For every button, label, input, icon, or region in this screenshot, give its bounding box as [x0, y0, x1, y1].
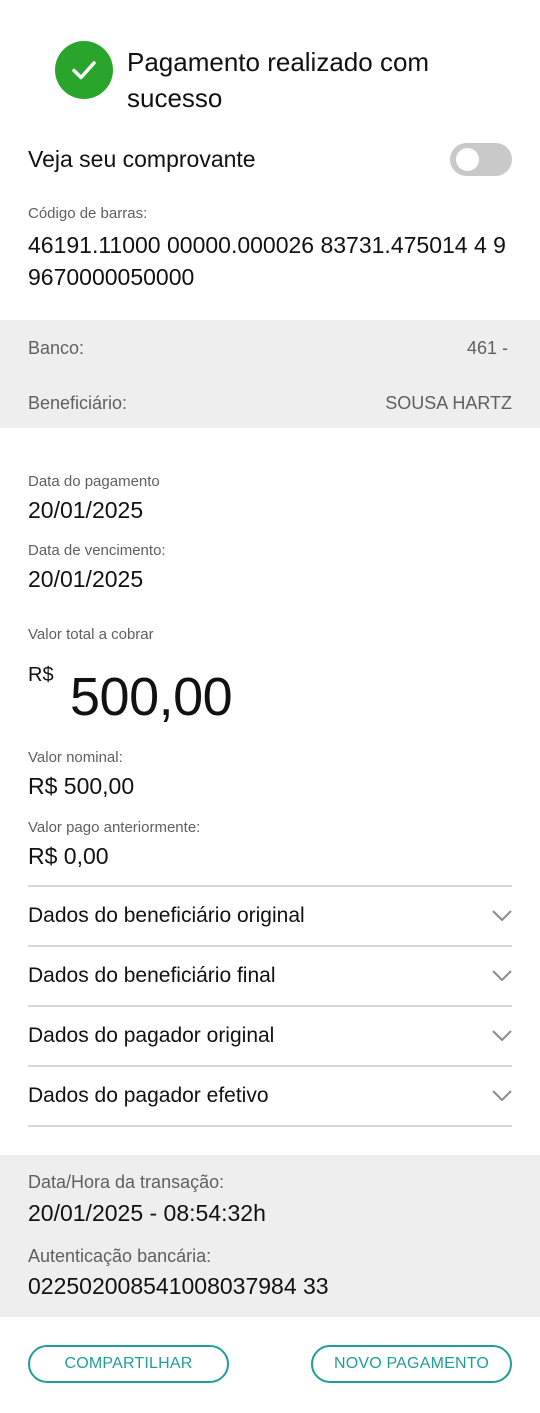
- chevron-down-icon: [492, 1026, 512, 1046]
- due-date-label: Data de vencimento:: [28, 542, 166, 559]
- chevron-down-icon: [492, 906, 512, 926]
- beneficiary-value: SOUSA HARTZ: [385, 393, 512, 413]
- receipt-toggle-label: Veja seu comprovante: [28, 146, 256, 172]
- transaction-datetime-label: Data/Hora da transação:: [28, 1172, 225, 1192]
- previous-value: R$ 0,00: [28, 843, 109, 869]
- check-circle-icon: [55, 41, 113, 99]
- accordion-effective-payer[interactable]: Dados do pagador efetivo: [28, 1067, 512, 1125]
- beneficiary-label: Beneficiário:: [28, 393, 128, 413]
- payment-date-label: Data do pagamento: [28, 473, 160, 490]
- bank-value: 461 -: [466, 338, 508, 358]
- share-button[interactable]: COMPARTILHAR: [28, 1345, 229, 1383]
- divider: [28, 1125, 512, 1127]
- barcode-label: Código de barras:: [28, 205, 148, 222]
- transaction-datetime-value: 20/01/2025 - 08:54:32h: [28, 1200, 266, 1226]
- chevron-down-icon: [492, 966, 512, 986]
- accordion-original-payer[interactable]: Dados do pagador original: [28, 1007, 512, 1065]
- bank-label: Banco:: [28, 338, 85, 358]
- nominal-value: R$ 500,00: [28, 773, 135, 799]
- auth-label: Autenticação bancária:: [28, 1246, 212, 1266]
- chevron-down-icon: [492, 1086, 512, 1106]
- new-payment-button[interactable]: NOVO PAGAMENTO: [311, 1345, 512, 1383]
- auth-value: 022502008541008037984 33: [28, 1273, 329, 1299]
- success-title: Pagamento realizado com sucesso: [127, 47, 430, 113]
- total-amount: 500,00: [70, 667, 233, 727]
- accordion-label: Dados do pagador efetivo: [28, 1084, 269, 1107]
- toggle-knob: [456, 148, 479, 171]
- accordion-label: Dados do pagador original: [28, 1024, 275, 1047]
- accordion-label: Dados do beneficiário original: [28, 904, 305, 927]
- payment-date-value: 20/01/2025: [28, 497, 144, 523]
- check-icon: [72, 61, 96, 80]
- nominal-label: Valor nominal:: [28, 749, 123, 766]
- previous-label: Valor pago anteriormente:: [28, 819, 201, 836]
- receipt-toggle[interactable]: [450, 143, 512, 176]
- barcode-value: 46191.11000 00000.000026 83731.475014 4 …: [28, 232, 506, 290]
- accordion-label: Dados do beneficiário final: [28, 964, 276, 987]
- accordion-original-beneficiary[interactable]: Dados do beneficiário original: [28, 887, 512, 945]
- total-currency: R$: [28, 664, 54, 686]
- due-date-value: 20/01/2025: [28, 566, 144, 592]
- accordion-final-beneficiary[interactable]: Dados do beneficiário final: [28, 947, 512, 1005]
- total-label: Valor total a cobrar: [28, 626, 154, 643]
